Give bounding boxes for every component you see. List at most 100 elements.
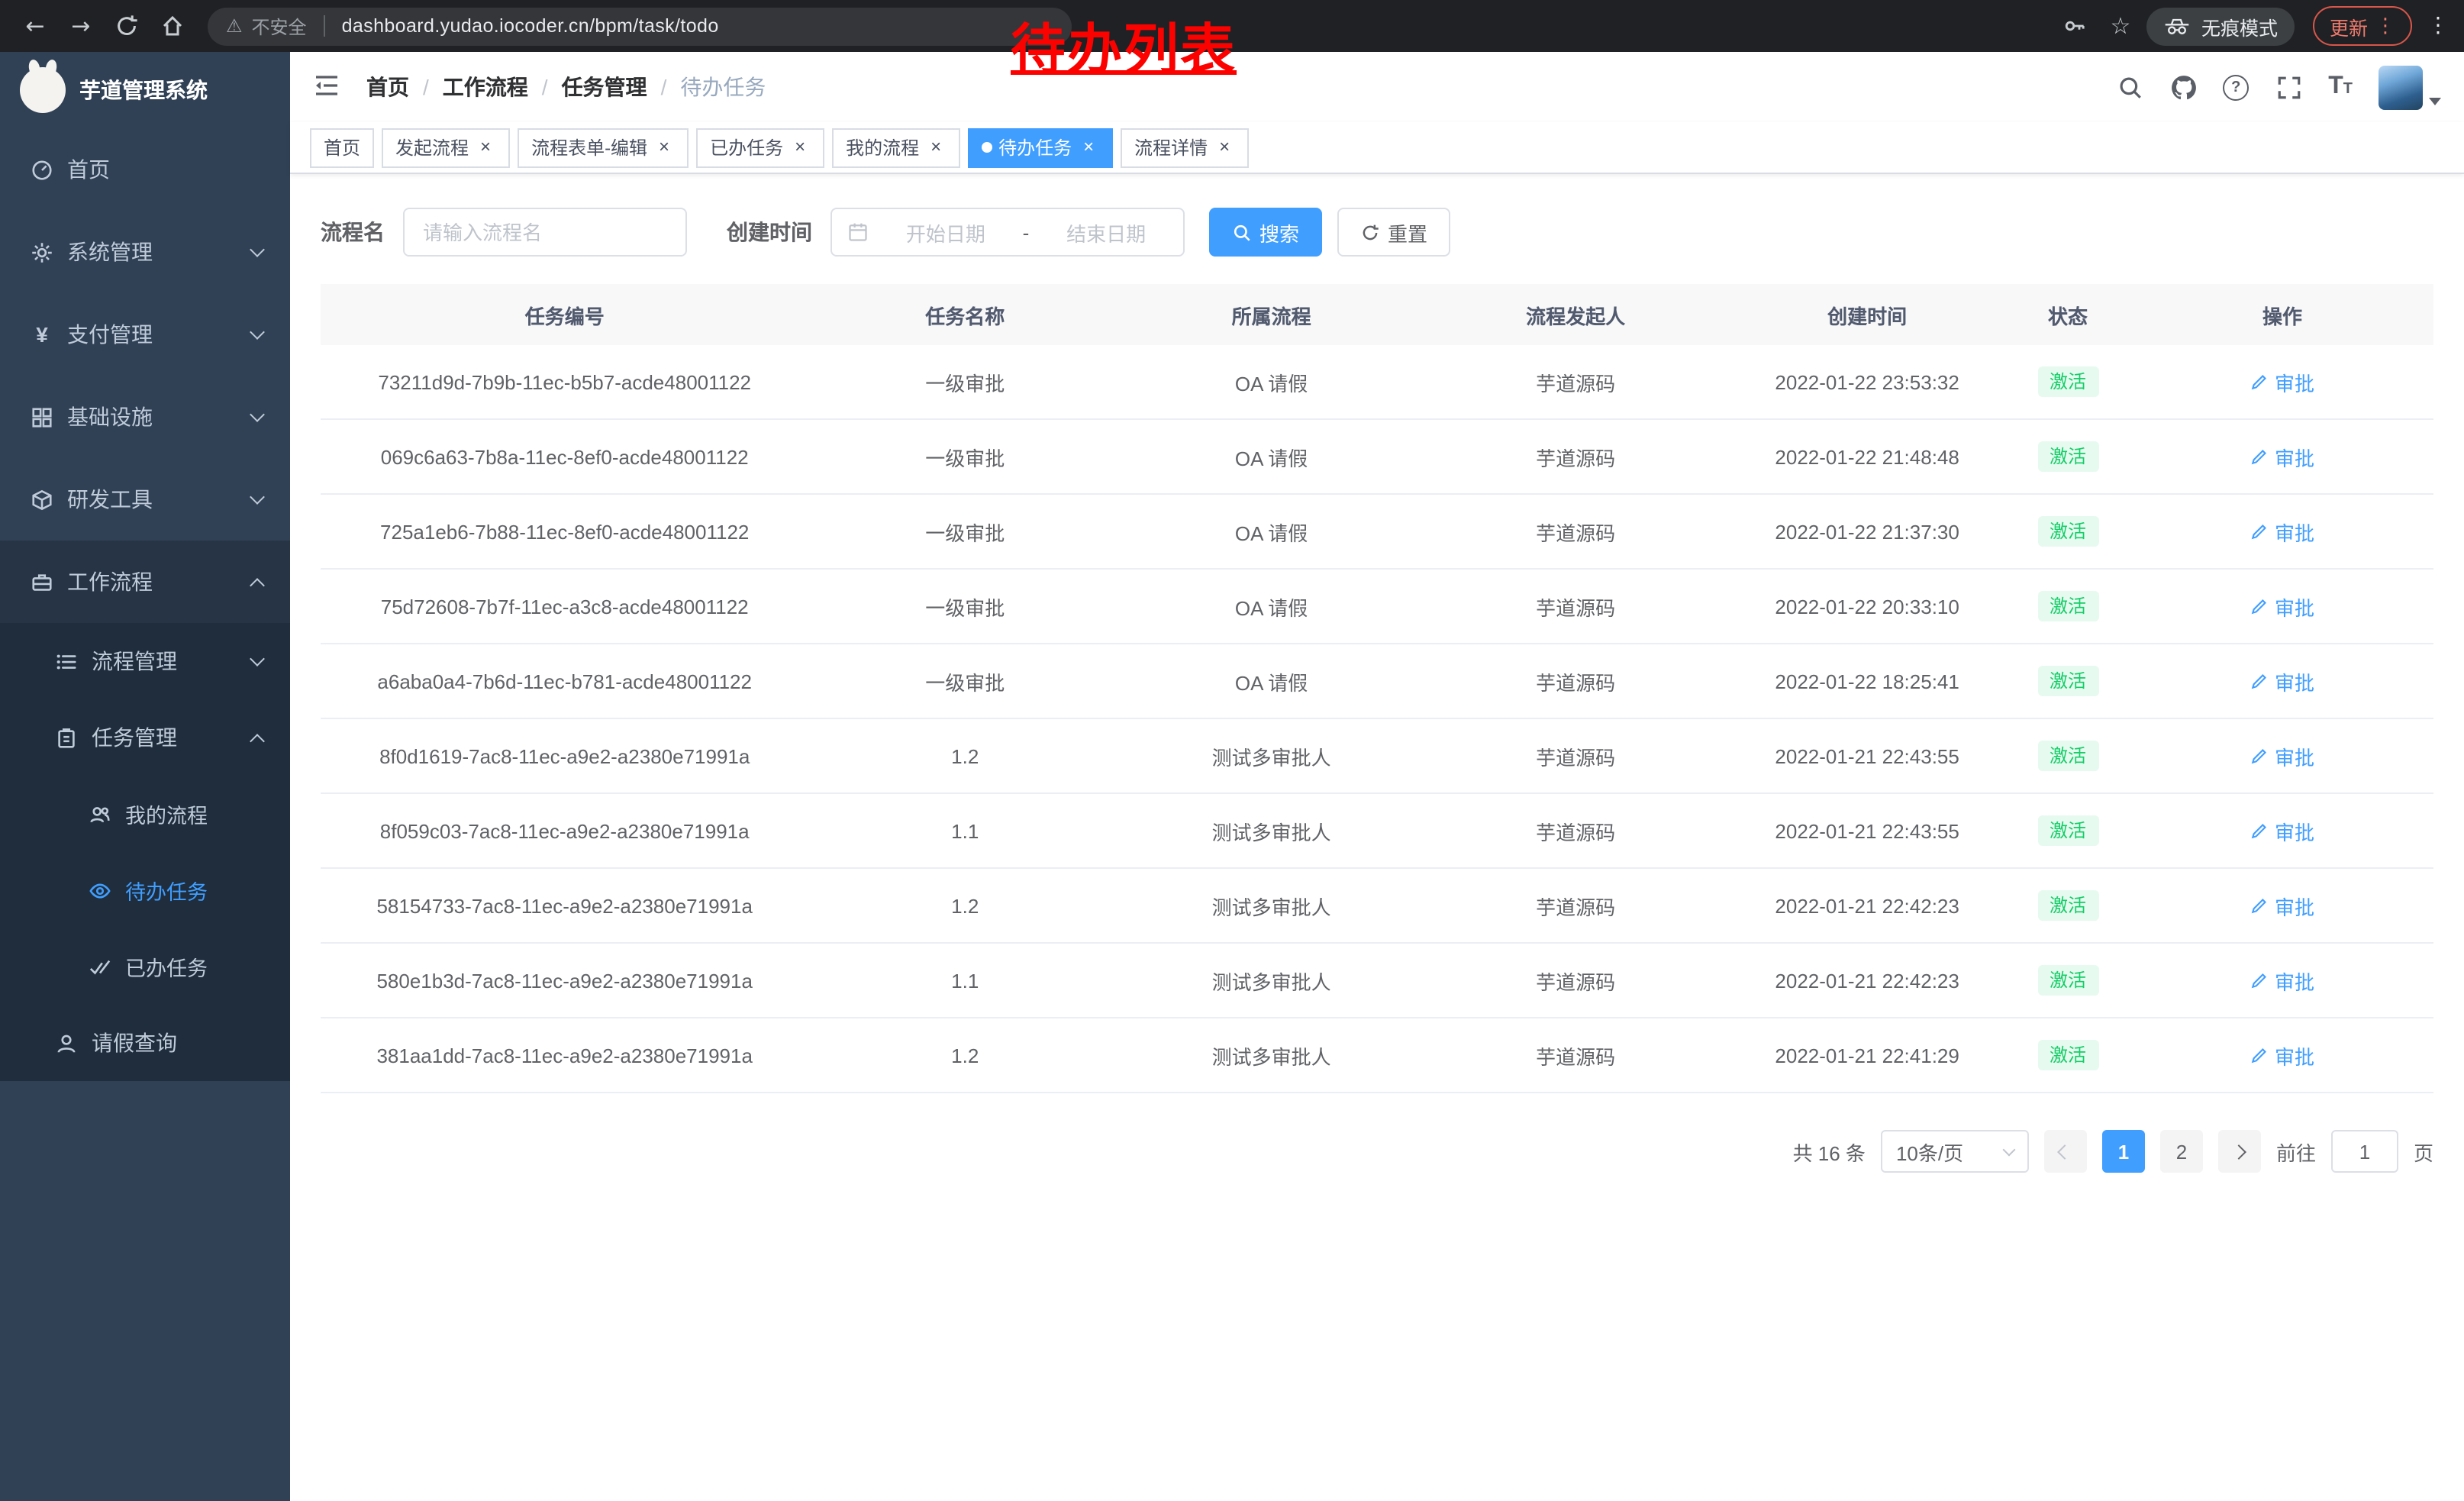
cell-status: 激活: [2004, 366, 2131, 397]
search-button[interactable]: 搜索: [1209, 208, 1322, 257]
goto-page-input[interactable]: [2331, 1130, 2398, 1173]
browser-menu-icon[interactable]: ⋮: [2427, 14, 2449, 38]
approve-link[interactable]: 审批: [2250, 891, 2314, 920]
table-row[interactable]: 069c6a63-7b8a-11ec-8ef0-acde48001122 一级审…: [321, 420, 2433, 495]
reload-icon[interactable]: [107, 6, 147, 46]
create-time-label: 创建时间: [727, 217, 812, 247]
close-icon[interactable]: ×: [653, 137, 675, 158]
tab-label: 流程详情: [1134, 134, 1208, 160]
close-icon[interactable]: ×: [925, 137, 947, 158]
cell-task-id: a6aba0a4-7b6d-11ec-b781-acde48001122: [321, 670, 808, 692]
approve-link[interactable]: 审批: [2250, 966, 2314, 995]
home-icon[interactable]: [153, 6, 192, 46]
search-icon[interactable]: [2116, 73, 2143, 101]
cell-status: 激活: [2004, 516, 2131, 547]
table-row[interactable]: 381aa1dd-7ac8-11ec-a9e2-a2380e71991a 1.2…: [321, 1018, 2433, 1093]
edit-icon: [2250, 971, 2269, 989]
update-chip[interactable]: 更新 ⋮: [2313, 6, 2412, 46]
tab-my-process[interactable]: 我的流程 ×: [832, 128, 960, 167]
table-row[interactable]: a6aba0a4-7b6d-11ec-b781-acde48001122 一级审…: [321, 644, 2433, 719]
password-key-icon[interactable]: [2055, 6, 2095, 46]
tab-start-process[interactable]: 发起流程 ×: [382, 128, 510, 167]
sidebar-item-payment[interactable]: ¥ 支付管理: [0, 293, 290, 376]
breadcrumb-workflow[interactable]: 工作流程: [443, 72, 528, 102]
table-body: 73211d9d-7b9b-11ec-b5b7-acde48001122 一级审…: [321, 345, 2433, 1093]
approve-link[interactable]: 审批: [2250, 592, 2314, 621]
bookmark-star-icon[interactable]: ☆: [2101, 6, 2140, 46]
page-size-select[interactable]: 10条/页: [1881, 1130, 2029, 1173]
sidebar-item-dev-tools[interactable]: 研发工具: [0, 458, 290, 541]
table-row[interactable]: 8f059c03-7ac8-11ec-a9e2-a2380e71991a 1.1…: [321, 794, 2433, 869]
sidebar-item-my-process[interactable]: 我的流程: [0, 776, 290, 852]
sidebar-item-todo-task[interactable]: 待办任务: [0, 852, 290, 928]
approve-link[interactable]: 审批: [2250, 442, 2314, 471]
tab-process-detail[interactable]: 流程详情 ×: [1121, 128, 1249, 167]
refresh-icon: [1360, 222, 1380, 242]
table-row[interactable]: 725a1eb6-7b88-11ec-8ef0-acde48001122 一级审…: [321, 495, 2433, 570]
tags-view-bar: 首页 发起流程 × 流程表单-编辑 × 已办任务 × 我的流程 ×: [290, 122, 2464, 174]
cell-status: 激活: [2004, 815, 2131, 846]
eye-icon: [89, 879, 111, 902]
approve-link[interactable]: 审批: [2250, 741, 2314, 770]
next-page-button[interactable]: [2218, 1130, 2261, 1173]
forward-icon[interactable]: →: [61, 6, 101, 46]
fullscreen-icon[interactable]: [2275, 73, 2302, 101]
process-name-input[interactable]: [403, 208, 687, 257]
sidebar-toggle-icon[interactable]: [313, 72, 343, 102]
date-range-picker[interactable]: 开始日期 - 结束日期: [830, 208, 1185, 257]
app-logo[interactable]: 芋道管理系统: [0, 52, 290, 128]
close-icon[interactable]: ×: [1214, 137, 1235, 158]
breadcrumb-task-management[interactable]: 任务管理: [562, 72, 647, 102]
close-icon[interactable]: ×: [1078, 137, 1099, 158]
sidebar-item-done-task[interactable]: 已办任务: [0, 928, 290, 1005]
table-row[interactable]: 58154733-7ac8-11ec-a9e2-a2380e71991a 1.2…: [321, 869, 2433, 944]
help-icon[interactable]: ?: [2223, 74, 2249, 100]
header-task-id: 任务编号: [321, 300, 808, 329]
breadcrumb-home[interactable]: 首页: [366, 72, 409, 102]
chevron-up-icon: [250, 734, 265, 749]
approve-link[interactable]: 审批: [2250, 367, 2314, 396]
page-button-2[interactable]: 2: [2160, 1130, 2203, 1173]
font-size-icon[interactable]: TT: [2328, 75, 2353, 99]
tab-label: 我的流程: [846, 134, 919, 160]
sidebar-item-label: 我的流程: [125, 799, 208, 829]
sidebar-item-infrastructure[interactable]: 基础设施: [0, 376, 290, 458]
approve-link[interactable]: 审批: [2250, 1041, 2314, 1070]
approve-link[interactable]: 审批: [2250, 517, 2314, 546]
back-icon[interactable]: ←: [15, 6, 55, 46]
github-icon[interactable]: [2169, 73, 2197, 101]
address-bar[interactable]: ⚠ 不安全 dashboard.yudao.iocoder.cn/bpm/tas…: [208, 7, 1072, 45]
table-row[interactable]: 580e1b3d-7ac8-11ec-a9e2-a2380e71991a 1.1…: [321, 944, 2433, 1018]
prev-page-button[interactable]: [2044, 1130, 2087, 1173]
user-menu[interactable]: [2379, 65, 2441, 109]
update-label: 更新: [2330, 11, 2368, 40]
table-row[interactable]: 75d72608-7b7f-11ec-a3c8-acde48001122 一级审…: [321, 570, 2433, 644]
cell-task-name: 1.2: [808, 894, 1121, 917]
tab-process-form-edit[interactable]: 流程表单-编辑 ×: [518, 128, 689, 167]
sidebar-item-workflow[interactable]: 工作流程: [0, 541, 290, 623]
cell-action: 审批: [2131, 1041, 2433, 1070]
page-button-1[interactable]: 1: [2102, 1130, 2145, 1173]
table-row[interactable]: 73211d9d-7b9b-11ec-b5b7-acde48001122 一级审…: [321, 345, 2433, 420]
cell-process: 测试多审批人: [1121, 741, 1421, 770]
avatar: [2379, 65, 2423, 109]
sidebar-item-process-management[interactable]: 流程管理: [0, 623, 290, 699]
sidebar-item-home[interactable]: 首页: [0, 128, 290, 211]
tab-todo-task[interactable]: 待办任务 ×: [968, 128, 1113, 167]
cell-process: 测试多审批人: [1121, 816, 1421, 845]
sidebar-item-leave-query[interactable]: 请假查询: [0, 1005, 290, 1081]
cell-action: 审批: [2131, 966, 2433, 995]
cell-created-time: 2022-01-22 18:25:41: [1730, 670, 2004, 692]
tab-home[interactable]: 首页: [310, 128, 374, 167]
sidebar-item-system[interactable]: 系统管理: [0, 211, 290, 293]
tab-label: 首页: [324, 134, 360, 160]
close-icon[interactable]: ×: [789, 137, 811, 158]
table-row[interactable]: 8f0d1619-7ac8-11ec-a9e2-a2380e71991a 1.2…: [321, 719, 2433, 794]
close-icon[interactable]: ×: [475, 137, 496, 158]
cell-action: 审批: [2131, 816, 2433, 845]
approve-link[interactable]: 审批: [2250, 667, 2314, 696]
approve-link[interactable]: 审批: [2250, 816, 2314, 845]
sidebar-item-task-management[interactable]: 任务管理: [0, 699, 290, 776]
reset-button[interactable]: 重置: [1337, 208, 1450, 257]
tab-done-task[interactable]: 已办任务 ×: [696, 128, 824, 167]
